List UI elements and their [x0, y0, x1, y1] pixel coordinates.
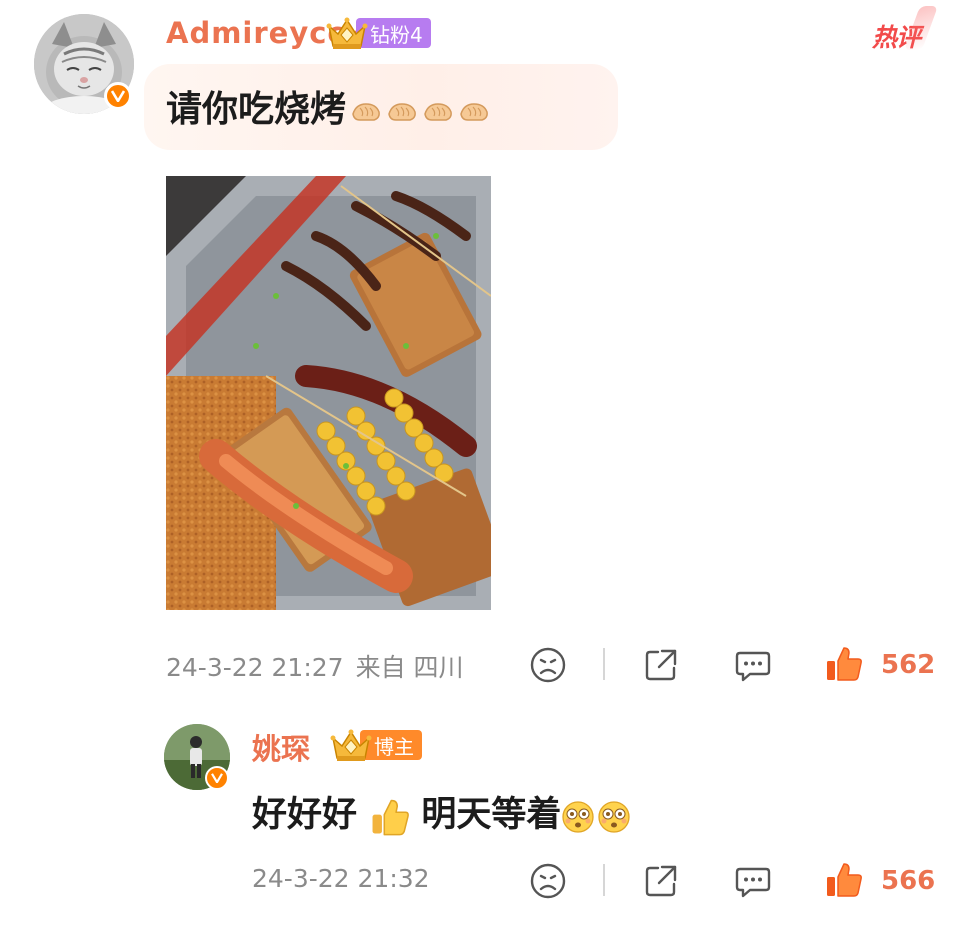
- like-count: 562: [881, 650, 936, 680]
- comment-timestamp: 24-3-22 21:27: [166, 653, 344, 682]
- share-icon[interactable]: [642, 862, 680, 900]
- comment-location: 来自 四川: [355, 653, 464, 682]
- fan-level-badge[interactable]: 钻粉4: [326, 17, 431, 49]
- like-count: 566: [881, 866, 936, 896]
- sad-face-icon[interactable]: [529, 646, 567, 684]
- flushed-face-emoji-group: [561, 800, 631, 834]
- flushed-face-emoji-icon: [598, 800, 631, 833]
- comment-icon[interactable]: [734, 862, 772, 900]
- clapping-hand-icon: [352, 103, 380, 121]
- flushed-face-emoji-icon: [562, 800, 595, 833]
- crown-icon: [330, 729, 372, 761]
- action-divider: [603, 648, 605, 680]
- comment-meta: 24-3-22 21:27 来自 四川: [166, 648, 464, 684]
- comment-text: 请你吃烧烤: [166, 80, 490, 132]
- reply-text-part2: 明天等着: [421, 794, 562, 835]
- bbq-photo-image: [166, 176, 491, 610]
- hot-comment-tag: 热评: [872, 18, 921, 54]
- like-thumbs-up-icon[interactable]: [824, 860, 864, 900]
- verified-badge-icon: [104, 82, 132, 110]
- comment-icon[interactable]: [734, 646, 772, 684]
- share-icon[interactable]: [642, 646, 680, 684]
- reply-text: 好好好 明天等着: [252, 786, 631, 837]
- reply-meta: 24-3-22 21:32: [252, 864, 430, 893]
- reply-text-part1: 好好好: [252, 794, 358, 835]
- comment-photo[interactable]: [166, 176, 491, 610]
- comment-text-content: 请你吃烧烤: [166, 88, 347, 130]
- author-badge[interactable]: 博主: [330, 729, 422, 761]
- like-thumbs-up-icon[interactable]: [824, 644, 864, 684]
- clapping-hand-icon: [388, 103, 416, 121]
- action-divider: [603, 864, 605, 896]
- reply-username[interactable]: 姚琛: [252, 726, 310, 768]
- clapping-hands-emoji-group: [350, 98, 490, 126]
- clapping-hand-icon: [460, 103, 488, 121]
- sad-face-icon[interactable]: [529, 862, 567, 900]
- verified-badge-icon: [205, 766, 229, 790]
- crown-icon: [326, 17, 368, 49]
- clapping-hand-icon: [424, 103, 452, 121]
- thumbs-up-emoji-icon: [372, 799, 410, 835]
- reply-timestamp: 24-3-22 21:32: [252, 864, 430, 893]
